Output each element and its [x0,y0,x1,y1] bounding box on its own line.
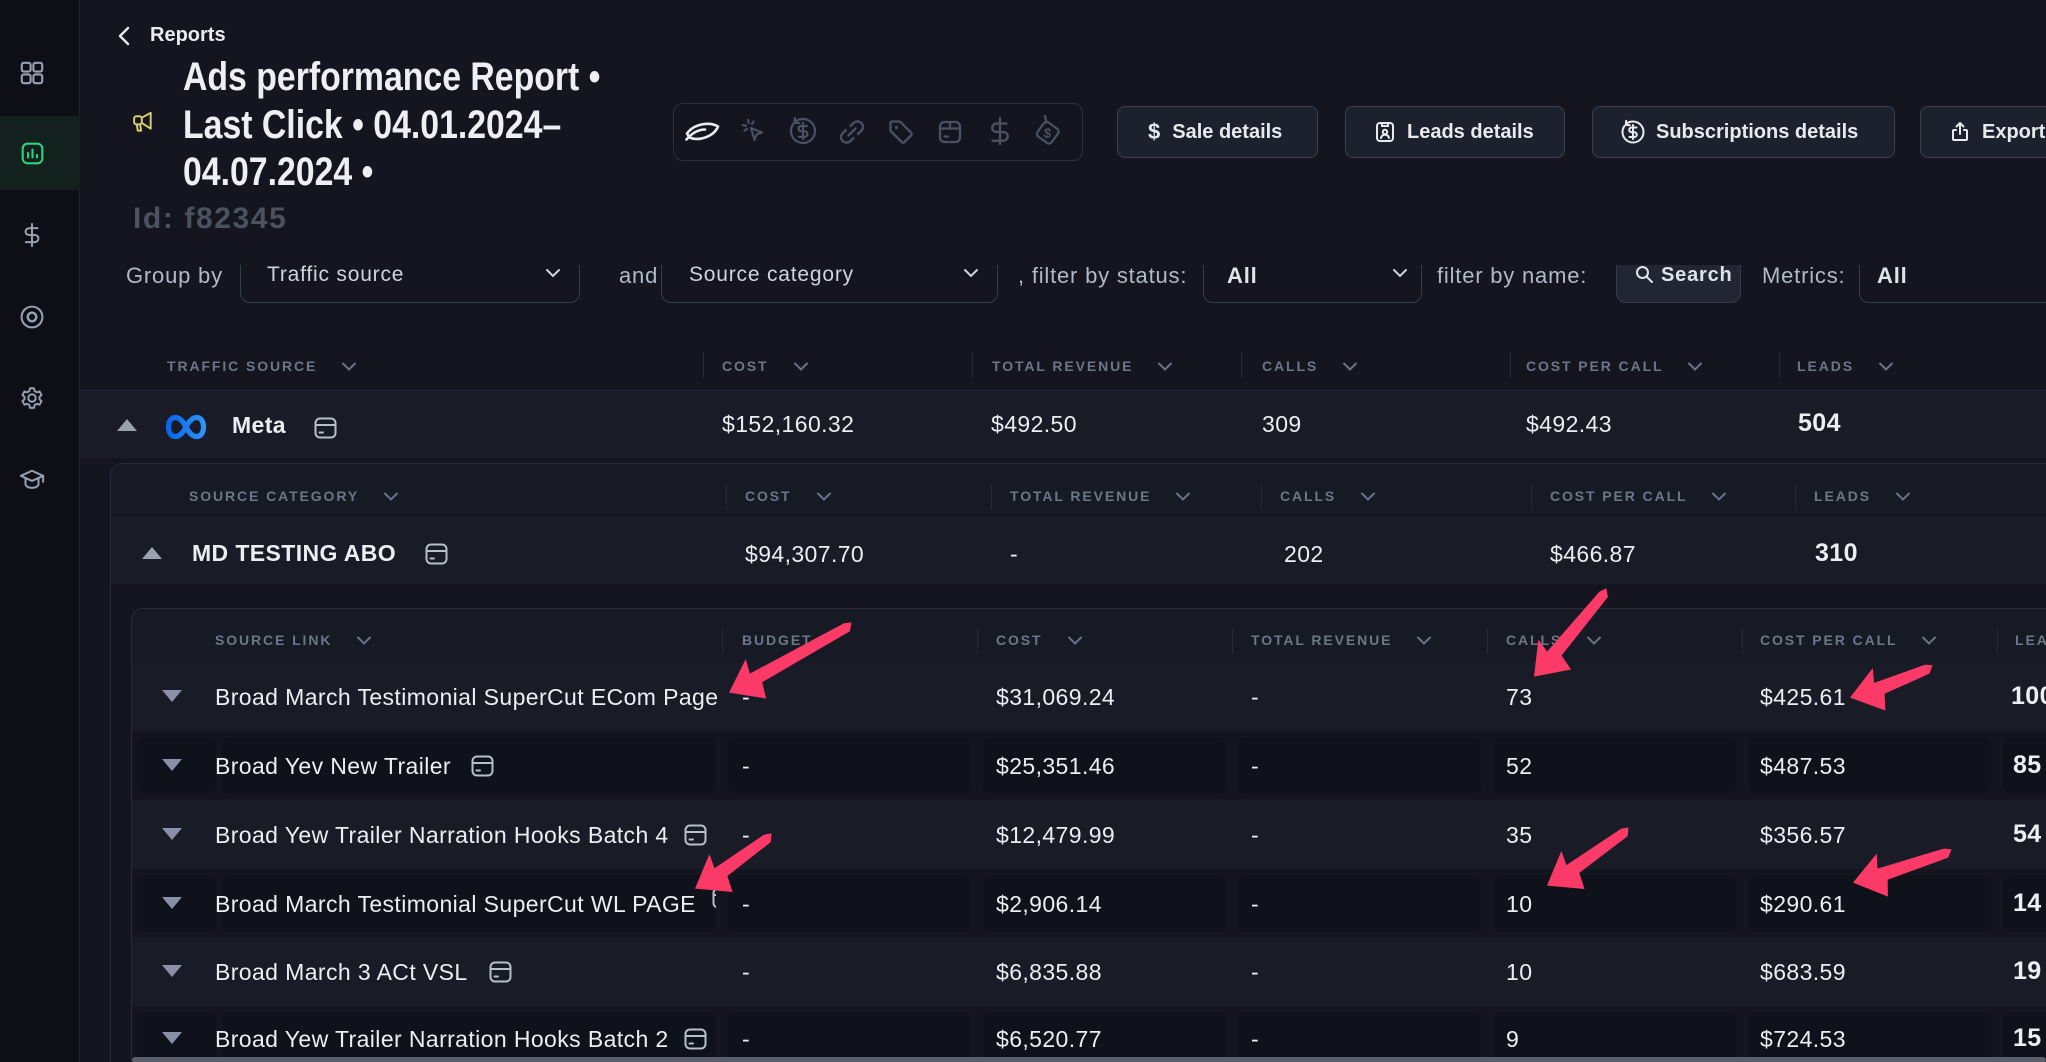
svg-text:$: $ [1042,124,1053,141]
